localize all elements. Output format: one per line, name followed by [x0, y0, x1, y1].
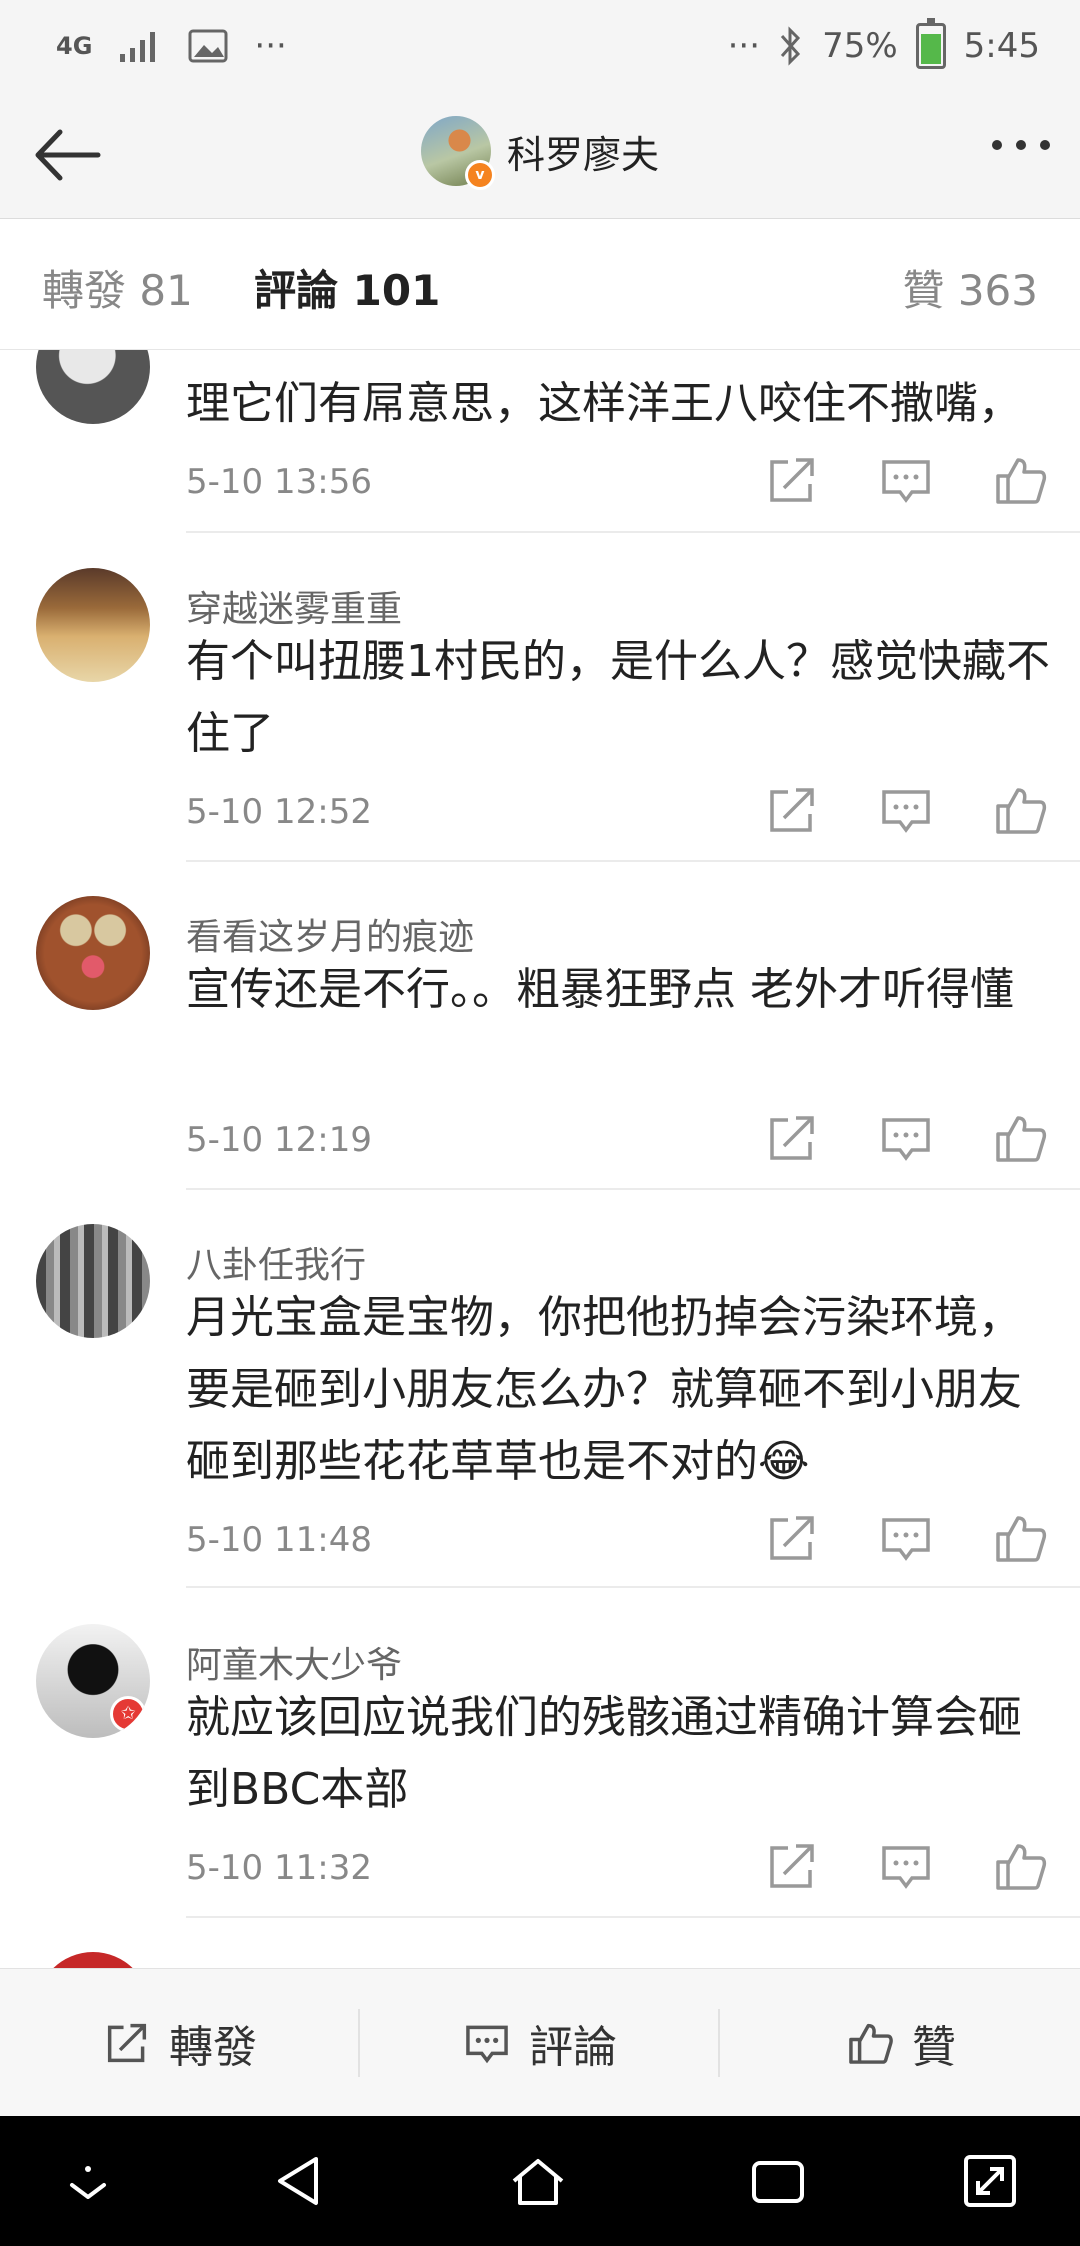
battery-percent: 75% — [822, 26, 898, 66]
repost-icon[interactable] — [762, 1836, 822, 1896]
tab-reposts[interactable]: 轉發 81 — [42, 257, 193, 318]
repost-icon[interactable] — [762, 450, 822, 510]
like-label: 贊 — [912, 2022, 956, 2073]
comment-time: 5-10 11:32 — [186, 1848, 372, 1888]
comment-time: 5-10 11:48 — [186, 1520, 372, 1560]
bottom-action-bar: 轉發 評論 贊 — [0, 1968, 1080, 2117]
like-button[interactable]: 贊 — [720, 1969, 1080, 2117]
repost-icon[interactable] — [762, 780, 822, 840]
like-icon — [849, 2023, 893, 2064]
nav-home-icon[interactable] — [508, 2151, 568, 2211]
left-overflow-dots: ··· — [254, 26, 287, 66]
clock: 5:45 — [963, 26, 1040, 66]
nav-back-icon[interactable] — [270, 2151, 330, 2211]
comment-icon[interactable] — [876, 1508, 936, 1568]
divider — [186, 860, 1080, 862]
system-nav-bar — [0, 2116, 1080, 2246]
network-type: 4G — [56, 32, 93, 60]
comment-icon[interactable] — [876, 450, 936, 510]
nav-recents-icon[interactable] — [748, 2151, 808, 2211]
comment-list[interactable]: 理它们有屌意思，这样洋王八咬住不撒嘴， 5-10 13:56 穿越迷雾重重 有个… — [0, 350, 1080, 1968]
page-title: 科罗廖夫 — [506, 132, 659, 177]
comment-label: 評論 — [529, 2022, 617, 2073]
commenter-avatar[interactable] — [36, 896, 150, 1010]
commenter-name[interactable]: 看看这岁月的痕迹 — [186, 908, 474, 960]
comment-icon — [466, 2025, 508, 2064]
hide-keyboard-icon[interactable] — [58, 2151, 118, 2211]
signal-icon — [120, 32, 156, 62]
repost-button[interactable]: 轉發 — [0, 1969, 358, 2117]
commenter-avatar[interactable] — [36, 350, 150, 424]
tab-likes[interactable]: 贊 363 — [902, 257, 1038, 318]
top-header: v 科罗廖夫 — [0, 92, 1080, 219]
comment-time: 5-10 12:19 — [186, 1120, 372, 1160]
repost-icon — [107, 2023, 147, 2063]
like-icon[interactable] — [990, 1508, 1050, 1568]
comment-icon[interactable] — [876, 1836, 936, 1896]
like-icon[interactable] — [990, 450, 1050, 510]
right-overflow-dots: ··· — [727, 26, 761, 66]
like-icon[interactable] — [990, 780, 1050, 840]
comment-text: 理它们有屌意思，这样洋王八咬住不撒嘴， — [186, 378, 1022, 429]
commenter-avatar[interactable] — [36, 1224, 150, 1338]
battery-icon — [915, 18, 946, 69]
screen-rotate-icon[interactable] — [960, 2151, 1020, 2211]
divider — [186, 531, 1080, 533]
repost-label: 轉發 — [169, 2022, 257, 2073]
more-options-icon[interactable] — [992, 140, 1050, 150]
comment-text: 就应该回应说我们的残骸通过精确计算会砸到BBC本部 — [186, 1692, 1022, 1815]
tab-bar: 轉發 81 評論 101 贊 363 — [0, 219, 1080, 350]
commenter-avatar[interactable]: ✩ — [36, 1624, 150, 1738]
status-bar: 4G ··· ··· 75% 5:45 — [0, 0, 1080, 92]
image-icon — [188, 29, 228, 63]
commenter-name[interactable]: 阿童木大少爷 — [186, 1636, 402, 1688]
commenter-avatar[interactable] — [36, 568, 150, 682]
divider — [186, 1586, 1080, 1588]
bluetooth-icon — [780, 26, 801, 66]
verified-badge: v — [464, 160, 495, 190]
member-badge-icon: ✩ — [110, 1696, 146, 1732]
repost-icon[interactable] — [762, 1108, 822, 1168]
author-avatar[interactable]: v — [420, 116, 495, 190]
commenter-name[interactable]: 八卦任我行 — [186, 1236, 366, 1288]
comment-button[interactable]: 評論 — [360, 1969, 718, 2117]
comment-time: 5-10 12:52 — [186, 792, 372, 832]
divider — [186, 1188, 1080, 1190]
comment-icon[interactable] — [876, 1108, 936, 1168]
comment-icon[interactable] — [876, 780, 936, 840]
commenter-avatar[interactable] — [36, 1952, 150, 1968]
like-icon[interactable] — [990, 1108, 1050, 1168]
repost-icon[interactable] — [762, 1508, 822, 1568]
comment-text: 月光宝盒是宝物，你把他扔掉会污染环境，要是砸到小朋友怎么办？就算砸不到小朋友砸到… — [186, 1292, 1022, 1487]
tab-comments[interactable]: 評論 101 — [254, 257, 440, 318]
divider — [186, 1916, 1080, 1918]
like-icon[interactable] — [990, 1836, 1050, 1896]
comment-text: 有个叫扭腰1村民的，是什么人？感觉快藏不住了 — [186, 636, 1050, 759]
comment-text: 宣传还是不行。。粗暴狂野点 老外才听得懂 — [186, 964, 1014, 1015]
commenter-name[interactable]: 穿越迷雾重重 — [186, 580, 402, 632]
comment-time: 5-10 13:56 — [186, 462, 372, 502]
